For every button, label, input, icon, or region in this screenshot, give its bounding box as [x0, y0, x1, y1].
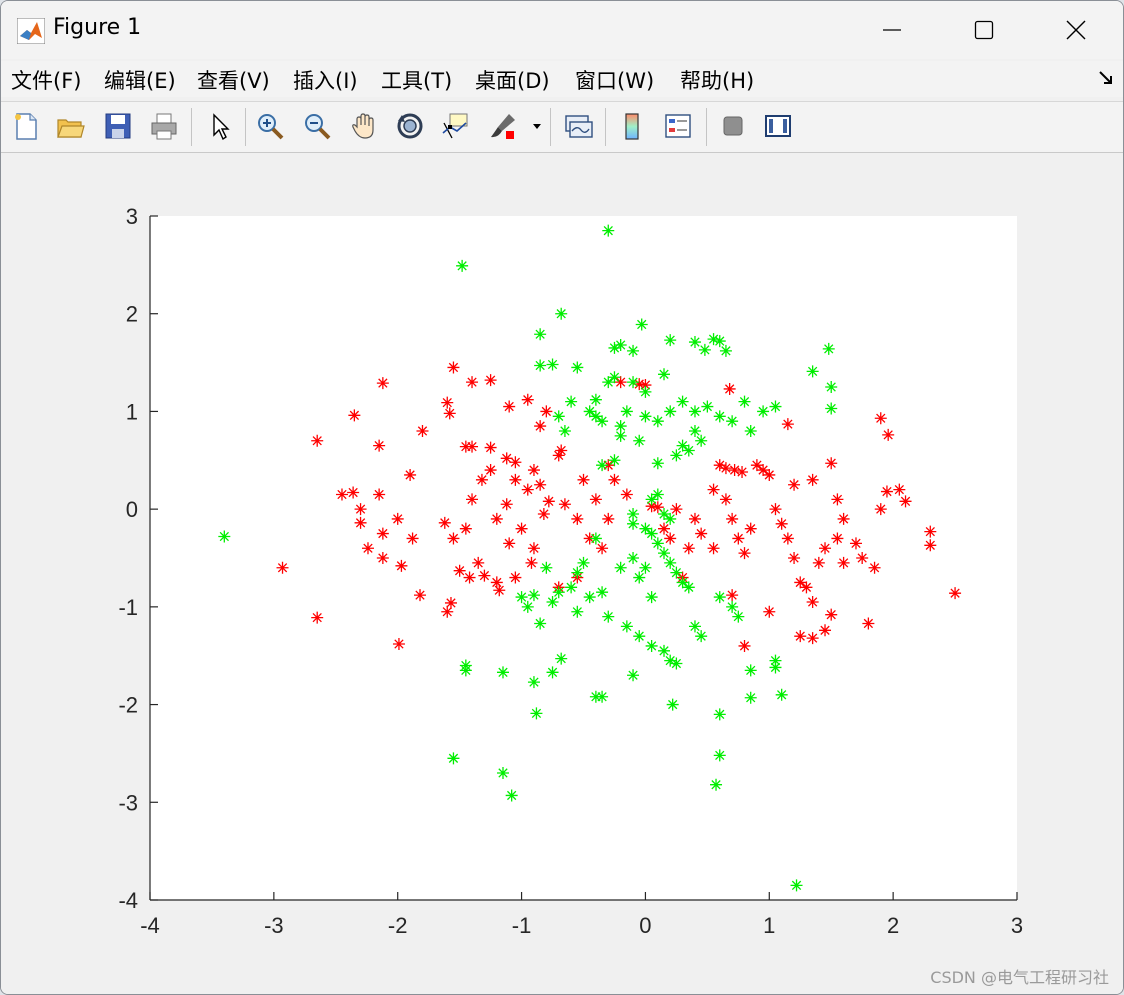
menu-insert[interactable]: 插入(I) — [293, 65, 358, 95]
colorbar-icon — [625, 113, 639, 140]
data-point — [627, 669, 640, 682]
edit-plot-button[interactable] — [203, 109, 237, 143]
y-tick-label: 0 — [126, 497, 138, 522]
zoom-out-button[interactable] — [300, 109, 334, 143]
menu-window[interactable]: 窗口(W) — [575, 65, 654, 95]
x-tick-label: -1 — [512, 913, 532, 938]
legend-button[interactable] — [661, 109, 695, 143]
figure-toolbar — [1, 101, 1123, 153]
save-icon — [105, 113, 131, 139]
dock-arrow-icon[interactable] — [1097, 69, 1115, 87]
y-tick-label: -4 — [118, 888, 138, 913]
hide-plot-tools-icon — [723, 116, 743, 136]
figure-window: Figure 1 文件(F) 编辑(E) 查看(V) 插入(I) 工具(T) 桌… — [0, 0, 1124, 995]
rotate-3d-button[interactable] — [393, 109, 427, 143]
open-file-icon — [57, 119, 85, 138]
scatter-plot: -4 -3 -2 -1 0 1 2 3 -4 -3 -2 -1 0 1 2 3 — [118, 204, 1023, 938]
new-figure-button[interactable] — [9, 109, 43, 143]
minimize-button[interactable] — [846, 1, 938, 59]
data-point — [571, 605, 584, 618]
data-point — [710, 778, 723, 791]
data-point — [763, 605, 776, 618]
y-tick-label: 1 — [126, 399, 138, 424]
edit-plot-arrow-icon — [213, 113, 230, 141]
open-file-button[interactable] — [53, 109, 87, 143]
data-point — [688, 405, 701, 418]
legend-icon — [665, 114, 691, 138]
y-tick-label: -1 — [118, 595, 138, 620]
data-point — [788, 552, 801, 564]
brush-icon — [491, 114, 515, 139]
save-button[interactable] — [101, 109, 135, 143]
menu-bar: 文件(F) 编辑(E) 查看(V) 插入(I) 工具(T) 桌面(D) 窗口(W… — [1, 61, 1123, 97]
data-point — [373, 439, 386, 452]
new-figure-icon — [15, 113, 37, 140]
data-point — [542, 495, 555, 508]
data-point — [664, 405, 677, 418]
data-point — [856, 552, 869, 564]
data-cursor-button[interactable] — [438, 109, 472, 143]
print-icon — [151, 113, 177, 140]
data-point — [769, 661, 782, 674]
colorbar-button[interactable] — [615, 109, 649, 143]
x-tick-label: -4 — [140, 913, 160, 938]
maximize-button[interactable] — [938, 1, 1030, 59]
menu-edit[interactable]: 编辑(E) — [104, 65, 176, 95]
data-point — [583, 405, 596, 418]
data-point — [633, 434, 646, 447]
title-bar[interactable]: Figure 1 — [1, 1, 1123, 59]
y-tick-label: 3 — [126, 204, 138, 229]
window-title: Figure 1 — [53, 15, 142, 40]
data-point — [899, 495, 912, 508]
y-tick-label: 2 — [126, 302, 138, 327]
hide-plot-tools-button[interactable] — [716, 109, 750, 143]
show-plot-tools-button[interactable] — [761, 109, 795, 143]
data-point — [719, 493, 732, 506]
x-tick-label: -3 — [264, 913, 284, 938]
data-point — [744, 664, 757, 677]
menu-view[interactable]: 查看(V) — [197, 65, 270, 95]
watermark-text: CSDN @电气工程研习社 — [930, 968, 1109, 987]
x-tick-label: 1 — [763, 913, 775, 938]
menu-tools[interactable]: 工具(T) — [381, 65, 452, 95]
matlab-logo-icon — [17, 18, 45, 44]
link-plot-button[interactable] — [561, 109, 595, 143]
brush-button[interactable] — [486, 109, 520, 143]
brush-dropdown-icon — [533, 124, 541, 129]
data-point — [627, 552, 640, 564]
x-tick-label: 2 — [887, 913, 899, 938]
menu-desktop[interactable]: 桌面(D) — [475, 65, 550, 95]
x-tick-label: 3 — [1011, 913, 1023, 938]
zoom-in-button[interactable] — [253, 109, 287, 143]
show-plot-tools-icon — [765, 115, 791, 137]
data-point — [496, 766, 509, 779]
maximize-icon — [974, 20, 994, 40]
figure-canvas[interactable]: -4 -3 -2 -1 0 1 2 3 -4 -3 -2 -1 0 1 2 3 CSDN @电气工程研习社 — [1, 153, 1123, 994]
pan-hand-icon — [352, 113, 374, 139]
zoom-in-icon — [258, 114, 284, 140]
data-cursor-icon — [442, 113, 468, 139]
zoom-out-icon — [305, 114, 331, 140]
pan-button[interactable] — [347, 109, 381, 143]
y-tick-label: -2 — [118, 693, 138, 718]
close-icon — [1066, 20, 1086, 40]
x-tick-label: -2 — [388, 913, 408, 938]
link-plot-icon — [565, 115, 593, 138]
rotate-3d-icon — [397, 113, 423, 139]
menu-help[interactable]: 帮助(H) — [680, 65, 754, 95]
print-button[interactable] — [147, 109, 181, 143]
data-point — [443, 407, 456, 420]
minimize-icon — [883, 29, 901, 31]
brush-dropdown-button[interactable] — [528, 109, 546, 143]
menu-file[interactable]: 文件(F) — [11, 65, 81, 95]
y-tick-label: -3 — [118, 790, 138, 815]
close-button[interactable] — [1030, 1, 1122, 59]
x-tick-label: 0 — [639, 913, 651, 938]
data-point — [744, 691, 757, 704]
data-point — [713, 749, 726, 762]
